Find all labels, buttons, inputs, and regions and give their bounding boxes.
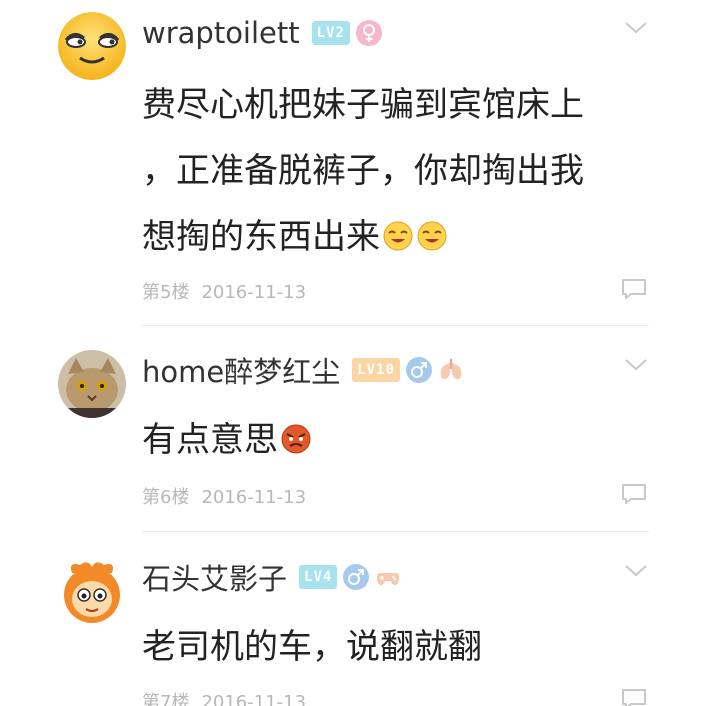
chevron-down-icon[interactable]	[623, 357, 649, 373]
male-icon	[405, 357, 432, 383]
comment-text: 费尽心机把妹子骗到宾馆床上 ，正准备脱裤子，你却掏出我 想掏的东西出来	[142, 72, 584, 270]
floor-number: 第7楼	[142, 692, 190, 706]
avatar[interactable]	[58, 557, 126, 625]
comment-meta: 第6楼 2016-11-13	[142, 483, 306, 509]
female-icon	[355, 20, 382, 46]
comment-text: 有点意思	[142, 407, 312, 473]
level-badge: LV10	[352, 358, 400, 382]
level-badge: LV4	[299, 565, 338, 589]
comment-meta: 第7楼 2016-11-13	[142, 688, 306, 706]
smiling-face-avatar-icon	[58, 12, 126, 80]
divider	[142, 531, 649, 532]
username[interactable]: 石头艾影子	[142, 556, 287, 598]
gamepad-icon	[375, 564, 401, 590]
comment-meta: 第5楼 2016-11-13	[142, 278, 306, 304]
comment-line-last: 有点意思	[142, 407, 312, 473]
comment-date: 2016-11-13	[201, 487, 307, 508]
comment-line: 费尽心机把妹子骗到宾馆床上	[142, 85, 584, 125]
cat-avatar-icon	[58, 350, 126, 418]
comment-line-last: 想掏的东西出来	[142, 204, 584, 270]
chevron-down-icon[interactable]	[623, 20, 649, 36]
level-badge: LV2	[311, 21, 350, 45]
avatar[interactable]	[58, 350, 126, 418]
floor-number: 第6楼	[142, 487, 190, 508]
chevron-down-icon[interactable]	[623, 563, 649, 579]
floor-number: 第5楼	[142, 282, 190, 303]
comment-date: 2016-11-13	[201, 282, 307, 303]
reply-icon[interactable]	[621, 483, 647, 505]
comment-text: 老司机的车，说翻就翻	[142, 614, 482, 680]
comment-date: 2016-11-13	[201, 692, 307, 706]
laughing-face-icon	[417, 221, 447, 251]
avatar[interactable]	[58, 12, 126, 80]
reply-icon[interactable]	[621, 278, 647, 300]
comment-line: ，正准备脱裤子，你却掏出我	[142, 151, 584, 191]
comment-line: 老司机的车，说翻就翻	[142, 627, 482, 667]
comment-list: wraptoilett LV2 费尽心机把妹子骗到宾馆床上 ，正准备脱裤子，你却…	[0, 0, 709, 706]
username[interactable]: home醉梦红尘	[142, 349, 340, 391]
divider	[142, 325, 649, 326]
cartoon-monkey-avatar-icon	[58, 557, 126, 625]
reply-icon[interactable]	[621, 688, 647, 706]
angry-face-icon	[281, 424, 311, 454]
laughing-face-icon	[383, 221, 413, 251]
male-icon	[343, 564, 370, 590]
username[interactable]: wraptoilett	[142, 16, 300, 50]
lungs-icon	[438, 357, 464, 383]
